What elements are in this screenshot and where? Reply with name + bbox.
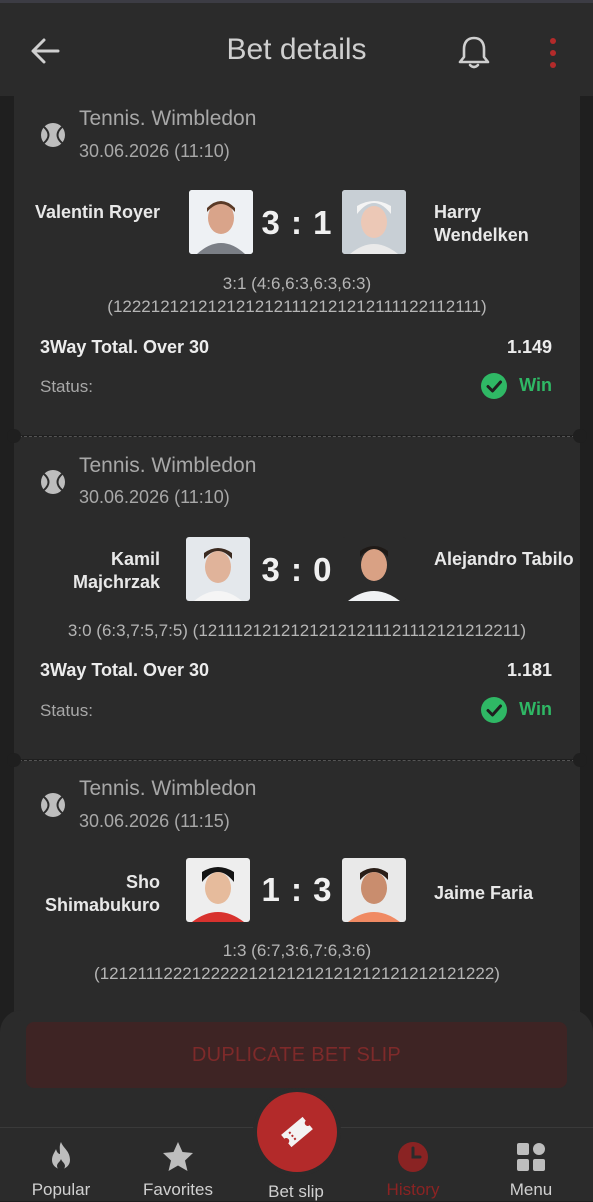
ticket-icon (281, 1116, 313, 1148)
bell-icon[interactable] (456, 33, 492, 71)
check-circle-icon (481, 697, 508, 723)
point-sequence: (121211122212222212121212121212121212121… (94, 964, 500, 983)
score-detail: 3:1 (4:6,6:3,6:3,6:3) (222, 274, 372, 293)
match-score: 3 : 1 (261, 204, 333, 241)
score-detail: 3:0 (6:3,7:5,7:5) (121112121212121212111… (67, 621, 527, 640)
league-name: Tennis. Wimbledon (79, 107, 257, 130)
nav-popular[interactable]: Popular (11, 1140, 111, 1200)
status-badge: Win (481, 373, 552, 399)
match-date: 30.06.2026 (11:10) (79, 141, 230, 161)
grid-icon (517, 1143, 545, 1171)
bet-slip-button[interactable] (257, 1092, 337, 1172)
bet-card: Tennis. Wimbledon 30.06.2026 (11:15) Sho… (14, 761, 580, 1016)
bet-odds: 1.149 (506, 337, 552, 357)
duplicate-bet-slip-button[interactable]: DUPLICATE BET SLIP (26, 1022, 567, 1088)
bet-card: Tennis. Wimbledon 30.06.2026 (11:10) Val… (14, 96, 580, 435)
star-icon (163, 1142, 193, 1171)
player-1-photo (189, 190, 253, 254)
check-circle-icon (481, 373, 508, 399)
page-title: Bet details (226, 33, 367, 66)
bet-list[interactable]: Tennis. Wimbledon 30.06.2026 (11:10) Val… (14, 96, 580, 1016)
bet-market: 3Way Total. Over 30 (40, 337, 210, 357)
bet-odds: 1.181 (506, 660, 552, 680)
match-date: 30.06.2026 (11:15) (79, 811, 230, 831)
match-score: 3 : 0 (261, 551, 333, 588)
match-score: 1 : 3 (261, 871, 333, 908)
player-1-name: Kamil Majchrzak (72, 549, 160, 592)
flame-icon (52, 1142, 70, 1170)
league-name: Tennis. Wimbledon (79, 777, 257, 800)
nav-menu[interactable]: Menu (481, 1140, 581, 1200)
status-text: Win (519, 698, 552, 719)
card-divider (14, 760, 580, 761)
player-2-name: Alejandro Tabilo (434, 549, 574, 569)
league-name: Tennis. Wimbledon (79, 454, 257, 477)
player-2-photo (342, 190, 406, 254)
tennis-ball-icon (41, 793, 65, 817)
divider-notch (573, 753, 587, 767)
point-sequence: (122212121212121212111212121211112211211… (107, 297, 487, 316)
divider-notch (7, 429, 21, 443)
nav-label: History (386, 1180, 440, 1199)
card-divider (14, 436, 580, 437)
player-2-photo (342, 537, 406, 601)
status-text: Win (519, 374, 552, 395)
status-label: Status: (40, 377, 93, 396)
nav-label: Popular (31, 1180, 91, 1199)
nav-label: Menu (509, 1180, 553, 1199)
bet-market: 3Way Total. Over 30 (40, 660, 210, 680)
player-1-name: Valentin Royer (34, 202, 160, 222)
nav-label: Favorites (143, 1180, 213, 1199)
divider-notch (7, 753, 21, 767)
more-vertical-icon[interactable] (547, 37, 559, 69)
player-1-photo (186, 858, 250, 922)
status-badge: Win (481, 697, 552, 723)
player-2-photo (342, 858, 406, 922)
divider-notch (573, 429, 587, 443)
player-2-name: Jaime Faria (434, 883, 534, 903)
score-detail: 1:3 (6:7,3:6,7:6,3:6) (222, 941, 372, 960)
clock-icon (398, 1142, 428, 1172)
player-2-name: Harry Wendelken (434, 202, 529, 245)
tennis-ball-icon (41, 470, 65, 494)
player-1-photo (186, 537, 250, 601)
nav-history[interactable]: History (363, 1140, 463, 1200)
player-1-name: Sho Shimabukuro (44, 872, 160, 915)
nav-favorites[interactable]: Favorites (128, 1140, 228, 1200)
match-date: 30.06.2026 (11:10) (79, 487, 230, 507)
bet-card: Tennis. Wimbledon 30.06.2026 (11:10) Kam… (14, 437, 580, 759)
status-label: Status: (40, 701, 93, 720)
app-header: Bet details (0, 3, 593, 96)
tennis-ball-icon (41, 123, 65, 147)
nav-bet-slip-label: Bet slip (268, 1182, 324, 1201)
